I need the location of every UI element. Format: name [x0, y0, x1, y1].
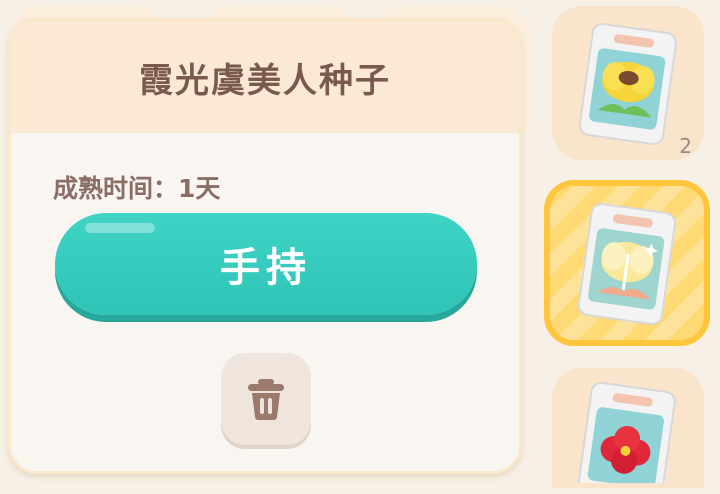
red-flower-seed-pack-icon: [577, 381, 676, 483]
maturity-time: 成熟时间：1天: [53, 169, 220, 205]
hold-button[interactable]: 手持: [55, 213, 477, 315]
inventory-slot-yellow-seed[interactable]: 2: [552, 6, 704, 160]
item-title: 霞光虞美人种子: [139, 60, 391, 101]
game-screen: 霞光虞美人种子 成熟时间：1天 手持 2: [0, 0, 720, 494]
delete-button[interactable]: [221, 353, 311, 445]
hold-button-label: 手持: [220, 245, 312, 291]
trash-icon: [248, 379, 284, 420]
inventory-slot-red-seed[interactable]: [552, 368, 704, 488]
maturity-value: 1天: [178, 174, 221, 203]
maturity-label: 成熟时间：: [53, 174, 179, 203]
pale-yellow-flower-seed-pack-icon: [577, 202, 676, 325]
inventory-slot-selected-seed[interactable]: [544, 180, 710, 346]
popup-header: 霞光虞美人种子: [11, 21, 519, 133]
yellow-flower-seed-pack-icon: [578, 22, 677, 145]
item-count: 2: [679, 134, 692, 158]
item-detail-popup: 霞光虞美人种子 成熟时间：1天 手持: [8, 18, 522, 474]
